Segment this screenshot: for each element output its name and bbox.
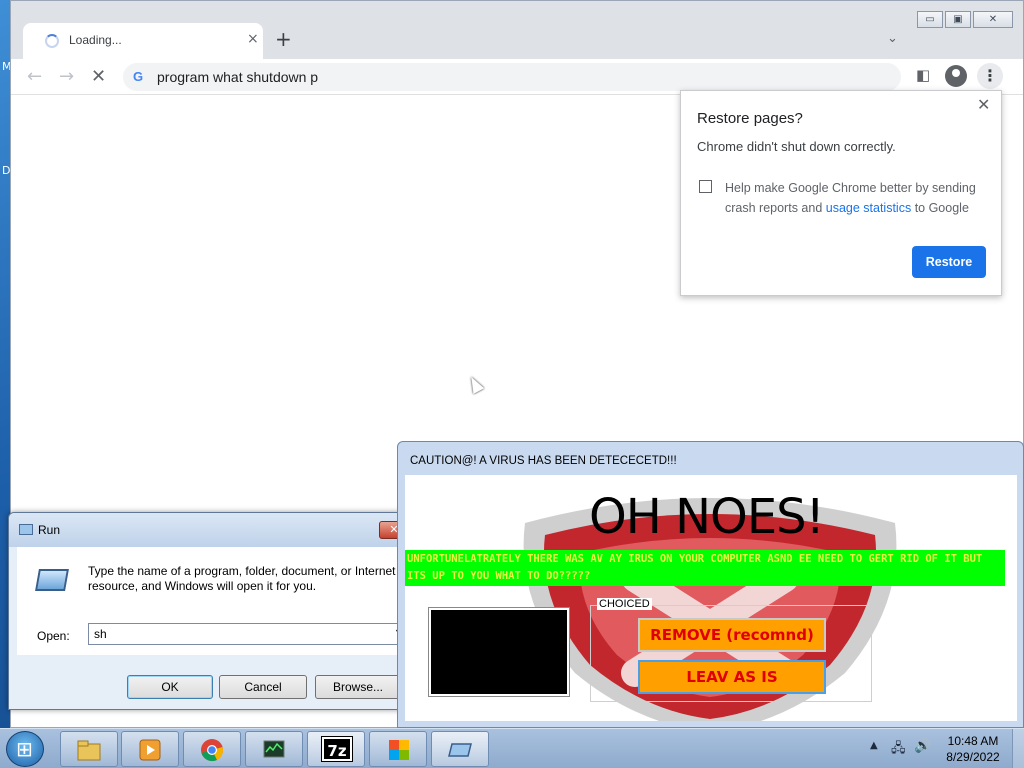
- tab-search-chevron-icon[interactable]: ⌄: [887, 31, 898, 46]
- show-hidden-icons-icon[interactable]: ▲: [870, 740, 878, 751]
- headline: OH NOES!: [589, 489, 825, 545]
- back-arrow-icon[interactable]: ←: [27, 66, 42, 87]
- maximize-button[interactable]: ▣: [945, 11, 971, 28]
- restore-button[interactable]: Restore: [912, 246, 986, 278]
- menu-icon[interactable]: ⋮: [977, 63, 1003, 89]
- office-icon[interactable]: [369, 731, 427, 767]
- run-dialog: Run ✕ Type the name of a program, folder…: [8, 512, 409, 710]
- network-icon[interactable]: 🖧: [891, 739, 906, 761]
- close-icon[interactable]: ✕: [977, 95, 990, 115]
- choice-group: CHOICED REMOVE (recomnd) LEAV AS IS: [590, 598, 872, 702]
- start-button[interactable]: [6, 731, 44, 767]
- taskbar: 7z ▲ 🖧 🔊 10:48 AM 8/29/2022: [0, 728, 1024, 768]
- profile-icon[interactable]: [945, 65, 967, 87]
- browse-button[interactable]: Browse...: [315, 675, 401, 699]
- explorer-icon[interactable]: [60, 731, 118, 767]
- open-label: Open:: [37, 629, 70, 643]
- virus-window-title: CAUTION@! A VIRUS HAS BEEN DETECECETD!!!: [410, 455, 677, 467]
- clock-date[interactable]: 8/29/2022: [944, 750, 1002, 764]
- ok-button[interactable]: OK: [127, 675, 213, 699]
- run-titlebar[interactable]: Run ✕: [9, 513, 409, 547]
- 7zip-icon[interactable]: 7z: [307, 731, 365, 767]
- remove-button[interactable]: REMOVE (recomnd): [638, 618, 826, 652]
- open-input[interactable]: sh ▼: [88, 623, 406, 645]
- google-g-icon: G: [133, 69, 144, 84]
- address-bar-text[interactable]: program what shutdown p: [157, 69, 318, 85]
- run-icon: [35, 569, 69, 591]
- chrome-icon[interactable]: [183, 731, 241, 767]
- run-app-icon: [19, 524, 33, 535]
- tab-loading[interactable]: Loading... ×: [23, 23, 263, 59]
- side-panel-icon[interactable]: ◧: [916, 66, 930, 84]
- clock-time[interactable]: 10:48 AM: [944, 734, 1002, 748]
- close-window-button[interactable]: ✕: [973, 11, 1013, 28]
- run-body: Type the name of a program, folder, docu…: [17, 547, 406, 655]
- virus-alert-window: CAUTION@! A VIRUS HAS BEEN DETECECETD!!!…: [397, 441, 1024, 728]
- open-input-value: sh: [94, 627, 107, 641]
- loading-spinner-icon: [45, 34, 59, 48]
- cancel-button[interactable]: Cancel: [219, 675, 307, 699]
- show-desktop-button[interactable]: [1012, 729, 1024, 768]
- tab-close-icon[interactable]: ×: [247, 31, 259, 47]
- minimize-button[interactable]: ▭: [917, 11, 943, 28]
- virus-warning-banner: UNFORTUNELATRATELY THERE WAS AV AY IRUS …: [405, 550, 1005, 586]
- address-bar[interactable]: G program what shutdown p: [123, 63, 901, 91]
- restore-pages-bubble: Restore pages? ✕ Chrome didn't shut down…: [680, 90, 1002, 296]
- task-manager-icon[interactable]: [245, 731, 303, 767]
- help-text-suffix: to Google: [911, 201, 969, 215]
- new-tab-button[interactable]: +: [275, 29, 292, 49]
- crash-report-label: Help make Google Chrome better by sendin…: [725, 178, 985, 218]
- tab-title: Loading...: [69, 33, 122, 47]
- tab-strip: Loading... × + ⌄ ▭ ▣ ✕: [11, 1, 1023, 59]
- volume-icon[interactable]: 🔊: [914, 738, 931, 754]
- crash-report-checkbox[interactable]: [699, 180, 712, 193]
- forward-arrow-icon[interactable]: →: [59, 66, 74, 87]
- stop-loading-icon[interactable]: ✕: [91, 66, 106, 87]
- usage-statistics-link[interactable]: usage statistics: [826, 201, 911, 215]
- leave-as-is-button[interactable]: LEAV AS IS: [638, 660, 826, 694]
- media-player-icon[interactable]: [121, 731, 179, 767]
- run-icon[interactable]: [431, 731, 489, 767]
- virus-window-body: OH NOES! UNFORTUNELATRATELY THERE WAS AV…: [405, 475, 1017, 721]
- window-controls: ▭ ▣ ✕: [917, 11, 1015, 28]
- run-title: Run: [38, 523, 61, 537]
- choice-group-label: CHOICED: [597, 598, 652, 610]
- black-image-box: [428, 607, 570, 697]
- 7zip-label: 7z: [321, 736, 353, 762]
- restore-message: Chrome didn't shut down correctly.: [697, 139, 896, 154]
- run-description: Type the name of a program, folder, docu…: [88, 564, 396, 593]
- restore-title: Restore pages?: [697, 110, 803, 127]
